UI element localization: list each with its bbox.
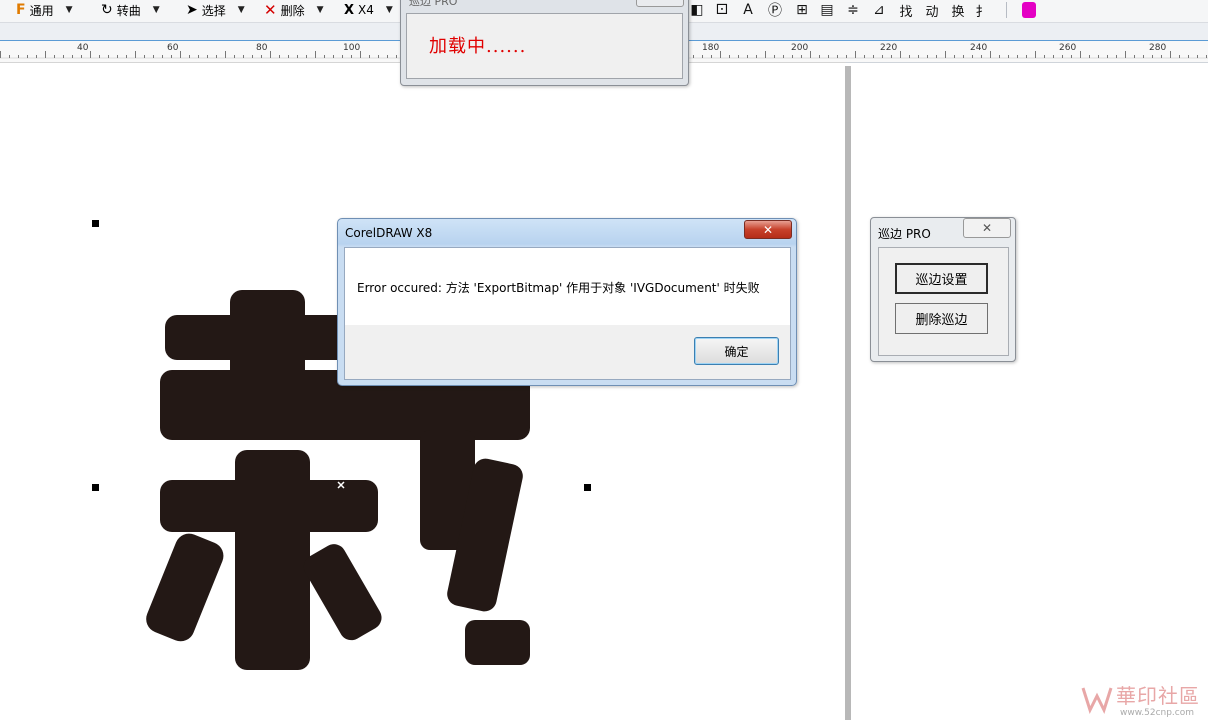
ruler-label: 40: [77, 43, 89, 53]
selection-handle[interactable]: [584, 484, 591, 491]
error-dialog: CorelDRAW X8 ✕ Error occured: 方法 'Export…: [337, 218, 797, 386]
trace-settings-label: 巡边设置: [915, 273, 968, 288]
ruler-label: 240: [970, 43, 988, 53]
tb-select[interactable]: ➤ 选择 ▼: [186, 0, 245, 20]
document-icon[interactable]: ▤: [818, 1, 836, 19]
tb-general[interactable]: F 通用 ▼: [16, 0, 73, 20]
error-dialog-body: Error occured: 方法 'ExportBitmap' 作用于对象 '…: [344, 247, 791, 380]
watermark-url: www.52cnp.com: [1120, 708, 1195, 718]
find-button[interactable]: 找: [897, 1, 915, 20]
error-dialog-title: CorelDRAW X8: [345, 226, 433, 240]
watermark-logo-icon: [1081, 687, 1113, 714]
select-arrow-icon: ➤: [186, 2, 198, 18]
delete-trace-label: 删除巡边: [915, 313, 968, 328]
replace-button[interactable]: 换: [949, 1, 967, 20]
ruler-label: 180: [702, 43, 720, 53]
tb-delete-label: 删除: [280, 3, 305, 18]
pro-panel: 巡边 PRO ✕ 巡边设置 删除巡边: [870, 217, 1016, 362]
toolbar-separator: [1006, 2, 1007, 18]
close-icon: ✕: [981, 221, 993, 235]
x4-icon: X: [344, 2, 355, 18]
page-shadow: [845, 66, 851, 720]
convert-curve-icon: ↻: [101, 2, 113, 18]
move-button[interactable]: 动: [923, 1, 941, 20]
selection-handle[interactable]: [92, 484, 99, 491]
tb-select-label: 选择: [201, 3, 226, 18]
loading-message: 加载中......: [429, 36, 527, 57]
error-message: Error occured: 方法 'ExportBitmap' 作用于对象 '…: [357, 281, 760, 295]
add-icon[interactable]: ⊞: [793, 1, 811, 19]
tb-general-label: 通用: [29, 3, 54, 18]
error-dialog-footer: 确定: [345, 325, 790, 379]
trace-settings-button[interactable]: 巡边设置: [895, 263, 988, 294]
pro-panel-title: 巡边 PRO: [878, 227, 931, 241]
plugin-icon[interactable]: [1019, 1, 1039, 19]
ok-button-label: 确定: [724, 344, 749, 359]
ruler-label: 200: [791, 43, 809, 53]
chevron-down-icon[interactable]: ▼: [153, 5, 160, 15]
text-icon[interactable]: A: [738, 1, 758, 19]
align-icon[interactable]: ≑: [843, 1, 863, 19]
tb-convert-curve-label: 转曲: [116, 3, 141, 18]
pen-tool-icon: F: [16, 2, 26, 18]
ps-icon[interactable]: Ⓟ: [764, 1, 786, 19]
loading-close-button[interactable]: [636, 0, 684, 7]
tb-x4-label: X4: [358, 3, 374, 17]
ruler-label: 80: [256, 43, 268, 53]
pages-icon[interactable]: ⚀: [713, 1, 731, 19]
pro-panel-body: 巡边设置 删除巡边: [878, 247, 1009, 356]
chevron-down-icon[interactable]: ▼: [238, 5, 245, 15]
ruler-label: 220: [880, 43, 898, 53]
delete-x-icon: ✕: [264, 1, 277, 19]
delete-trace-button[interactable]: 删除巡边: [895, 303, 988, 334]
ruler-label: 260: [1059, 43, 1077, 53]
extra-button[interactable]: 扌: [975, 1, 989, 20]
loading-dialog-title: 巡边 PRO: [409, 0, 458, 8]
pro-close-button[interactable]: ✕: [963, 218, 1011, 238]
tb-convert-curve[interactable]: ↻ 转曲 ▼: [101, 0, 160, 20]
tb-x4[interactable]: X X4 ▼: [344, 0, 393, 20]
ok-button[interactable]: 确定: [694, 337, 779, 365]
chevron-down-icon[interactable]: ▼: [386, 5, 393, 15]
ruler-label: 100: [343, 43, 361, 53]
layers-icon[interactable]: ◧: [690, 1, 704, 19]
ruler-label: 280: [1149, 43, 1167, 53]
watermark-text: 華印社區: [1116, 684, 1200, 708]
ruler-icon[interactable]: ⊿: [869, 1, 889, 19]
tb-delete[interactable]: ✕ 删除 ▼: [264, 0, 324, 20]
watermark: 華印社區 www.52cnp.com: [1080, 680, 1208, 720]
ruler-label: 60: [167, 43, 179, 53]
chevron-down-icon[interactable]: ▼: [66, 5, 73, 15]
selection-handle[interactable]: [92, 220, 99, 227]
loading-dialog-body: 加载中......: [406, 13, 683, 79]
error-close-button[interactable]: ✕: [744, 220, 792, 239]
close-icon: ✕: [762, 222, 774, 237]
chevron-down-icon[interactable]: ▼: [317, 5, 324, 15]
loading-dialog: 巡边 PRO 加载中......: [400, 0, 689, 86]
